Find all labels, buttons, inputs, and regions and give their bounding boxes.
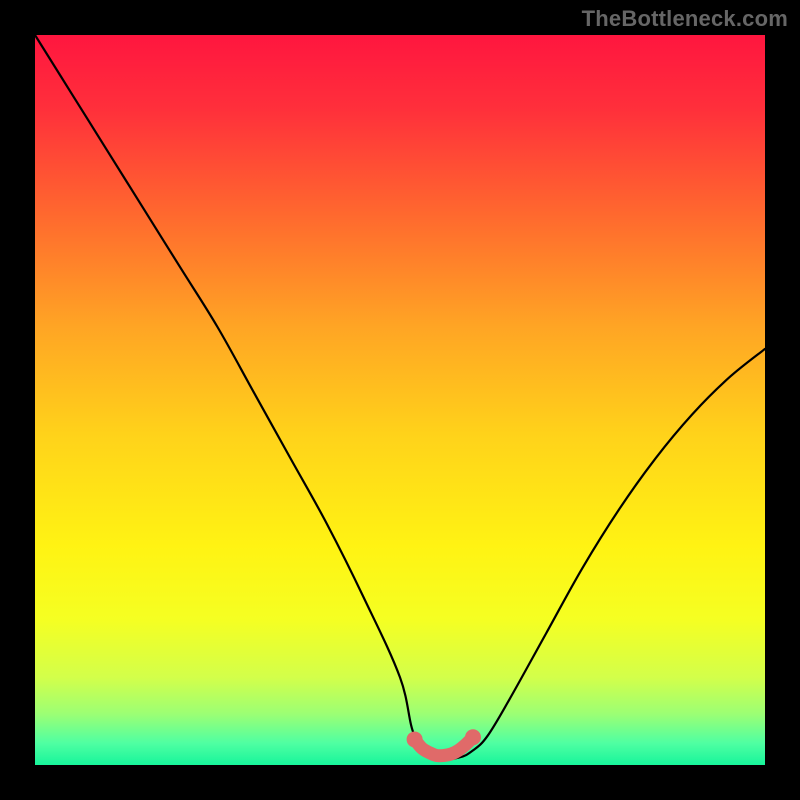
gradient-background [35, 35, 765, 765]
chart-frame: TheBottleneck.com [0, 0, 800, 800]
plot-area [35, 35, 765, 765]
optimal-zone-end-left [407, 731, 423, 747]
bottleneck-chart [35, 35, 765, 765]
optimal-zone-end-right [465, 729, 481, 745]
watermark-text: TheBottleneck.com [582, 6, 788, 32]
